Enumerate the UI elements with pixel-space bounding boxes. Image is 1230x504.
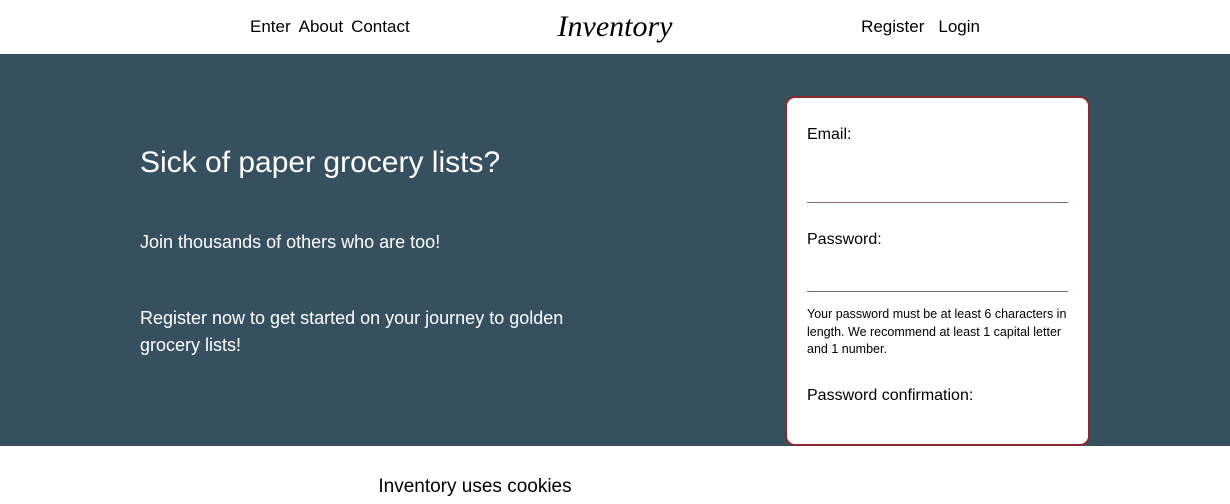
- hero-copy: Sick of paper grocery lists? Join thousa…: [140, 54, 680, 446]
- cookies-banner: Inventory uses cookies: [0, 446, 1230, 504]
- password-input[interactable]: [807, 259, 1068, 292]
- nav-register[interactable]: Register: [861, 17, 924, 37]
- register-form: Email: Password: Your password must be a…: [785, 96, 1090, 446]
- hero-section: Sick of paper grocery lists? Join thousa…: [0, 54, 1230, 446]
- password-confirm-label: Password confirmation:: [807, 387, 1068, 405]
- hero-sub1: Join thousands of others who are too!: [140, 232, 680, 253]
- cookies-text: Inventory uses cookies: [378, 476, 571, 498]
- password-helper: Your password must be at least 6 charact…: [807, 306, 1068, 359]
- nav-enter[interactable]: Enter: [250, 17, 291, 37]
- nav-left: Enter About Contact: [250, 17, 410, 37]
- top-nav: Enter About Contact Inventory Register L…: [0, 0, 1230, 54]
- nav-contact[interactable]: Contact: [351, 17, 410, 37]
- brand-logo: Inventory: [558, 10, 673, 44]
- nav-about[interactable]: About: [299, 17, 343, 37]
- hero-heading: Sick of paper grocery lists?: [140, 146, 680, 180]
- nav-right: Register Login: [861, 17, 980, 37]
- hero-sub2: Register now to get started on your jour…: [140, 305, 580, 359]
- nav-login[interactable]: Login: [938, 17, 980, 37]
- email-label: Email:: [807, 126, 1068, 144]
- password-label: Password:: [807, 231, 1068, 249]
- email-input[interactable]: [807, 170, 1068, 203]
